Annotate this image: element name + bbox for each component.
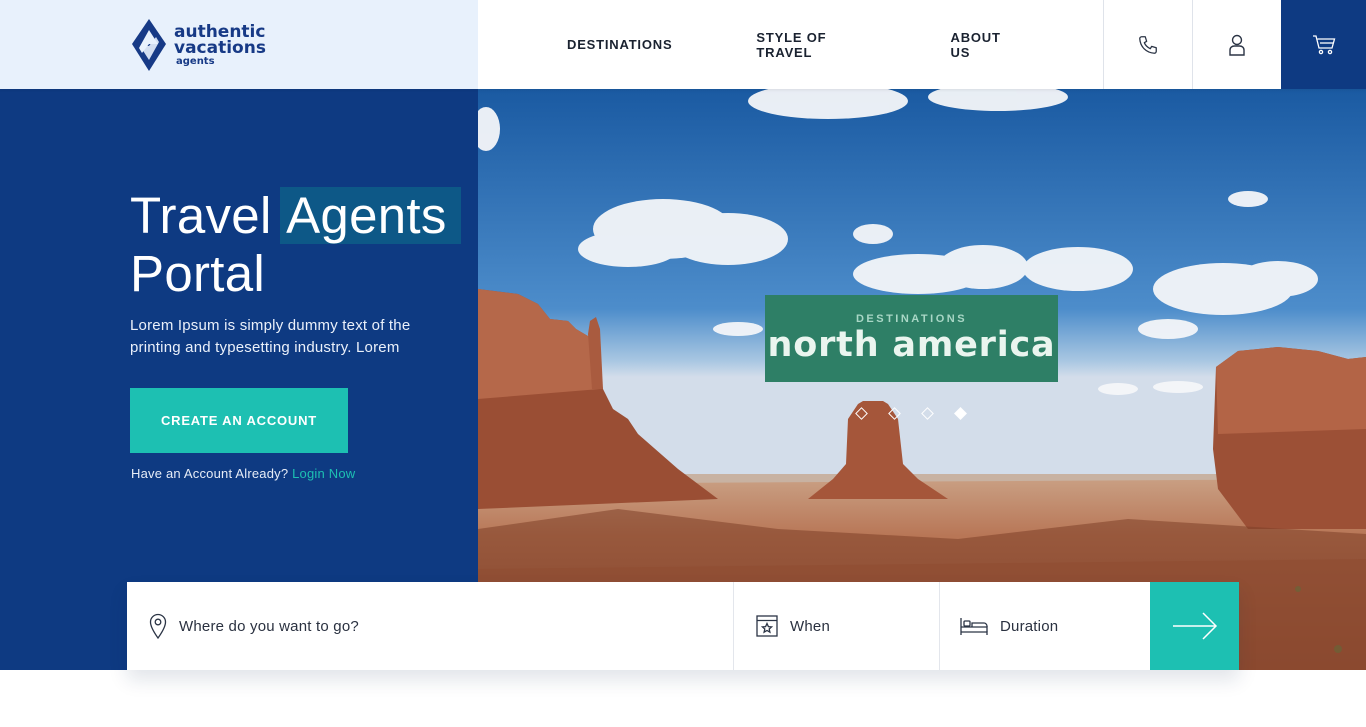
hero-title: Travel Agents Portal: [130, 187, 461, 303]
carousel-dots: [855, 407, 967, 420]
hero-title-highlight: Agents: [280, 187, 461, 244]
page: authentic vacations agents DESTINATIONS …: [0, 0, 1366, 727]
main-nav: DESTINATIONS STYLE OF TRAVEL ABOUT US: [478, 0, 1103, 89]
carousel-dot[interactable]: [888, 407, 901, 420]
user-icon: [1229, 34, 1245, 56]
login-prompt-text: Have an Account Already?: [131, 466, 289, 481]
create-account-button[interactable]: CREATE AN ACCOUNT: [130, 388, 348, 453]
account-button[interactable]: [1192, 0, 1281, 89]
nav-about-us[interactable]: ABOUT US: [951, 30, 1020, 60]
brand-logo[interactable]: authentic vacations agents: [130, 18, 266, 72]
hero-subtitle: Lorem Ipsum is simply dummy text of the …: [130, 317, 411, 356]
login-prompt: Have an Account Already? Login Now: [131, 466, 355, 481]
hero-title-part1: Travel: [130, 187, 272, 244]
login-link[interactable]: Login Now: [292, 466, 355, 481]
logo-area: authentic vacations agents: [0, 0, 478, 89]
carousel-dot[interactable]: [855, 407, 868, 420]
destination-card[interactable]: DESTINATIONS north america: [765, 295, 1058, 382]
cart-icon: [1312, 34, 1335, 54]
phone-button[interactable]: [1103, 0, 1192, 89]
where-label: Where do you want to go?: [179, 617, 359, 635]
map-pin-icon: [149, 613, 167, 639]
calendar-star-icon: [756, 615, 778, 637]
hero-title-part2: Portal: [130, 245, 266, 302]
brand-name: authentic vacations agents: [174, 23, 266, 67]
logo-mark-icon: [132, 19, 166, 71]
when-field[interactable]: When: [734, 582, 940, 670]
duration-field[interactable]: Duration: [940, 582, 1150, 670]
bed-icon: [960, 618, 988, 635]
duration-label: Duration: [1000, 617, 1059, 635]
arrow-right-icon: [1172, 612, 1217, 640]
nav-destinations[interactable]: DESTINATIONS: [567, 37, 672, 52]
brand-line2: vacations: [174, 37, 266, 58]
destination-search-field[interactable]: Where do you want to go?: [127, 582, 734, 670]
phone-icon: [1139, 35, 1157, 54]
carousel-dot[interactable]: [921, 407, 934, 420]
destination-kicker: DESTINATIONS: [855, 312, 968, 325]
destination-name: north america: [767, 324, 1056, 365]
site-header: authentic vacations agents DESTINATIONS …: [0, 0, 1366, 89]
when-label: When: [790, 617, 830, 635]
cart-button[interactable]: [1281, 0, 1366, 89]
carousel-dot-active[interactable]: [954, 407, 967, 420]
search-bar: Where do you want to go? When Duration: [127, 582, 1239, 670]
search-submit-button[interactable]: [1150, 582, 1239, 670]
nav-style-of-travel[interactable]: STYLE OF TRAVEL: [756, 30, 876, 60]
